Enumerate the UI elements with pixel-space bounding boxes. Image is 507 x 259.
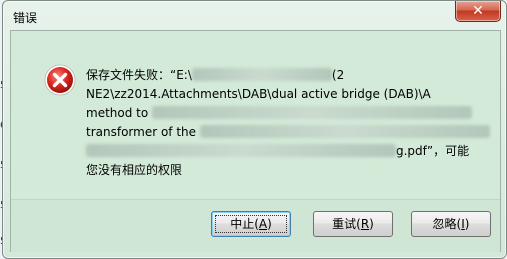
button-label: )	[369, 217, 374, 231]
dialog-client-area: 保存文件失败：“E:\ (2 NE2\zz2014.Attachments\DAB…	[10, 30, 501, 252]
message-text: (2	[331, 68, 345, 82]
button-label: 重试(	[332, 217, 361, 231]
redacted-text	[199, 125, 490, 138]
access-key: A	[258, 217, 268, 231]
redacted-text	[152, 106, 473, 119]
button-label: )	[464, 217, 470, 231]
redacted-text	[86, 144, 396, 157]
dialog-title: 错误	[13, 11, 38, 25]
button-label: 忽略(	[432, 217, 462, 231]
ignore-button[interactable]: 忽略(I)	[411, 211, 491, 237]
message-text: g.pdf”，可能	[396, 144, 470, 158]
redacted-text	[191, 68, 332, 81]
message-line: NE2\zz2014.Attachments\DAB\dual active b…	[86, 87, 431, 101]
message-line: g.pdf”，可能	[86, 142, 491, 161]
button-label: 中止(	[230, 217, 259, 231]
close-icon: ✕	[472, 3, 484, 19]
message-text: method to	[86, 106, 149, 120]
error-message: 保存文件失败：“E:\ (2 NE2\zz2014.Attachments\DAB…	[86, 66, 491, 180]
message-line: 保存文件失败：“E:\ (2	[86, 66, 491, 85]
title-bar[interactable]: 错误 ✕	[3, 1, 506, 31]
message-line: method to	[86, 104, 491, 123]
abort-button[interactable]: 中止(A)	[211, 211, 291, 237]
retry-button[interactable]: 重试(R)	[313, 211, 393, 237]
close-button[interactable]: ✕	[455, 1, 501, 22]
error-icon	[44, 64, 76, 96]
error-dialog: 错误 ✕ 保存文件失败：“E:\ (2 NE2\zz2014.Attachmen…	[2, 0, 507, 259]
button-bar: 中止(A) 重试(R) 忽略(I)	[11, 199, 500, 252]
message-text: transformer of the	[86, 125, 197, 139]
button-label: )	[267, 217, 272, 231]
message-line: 您没有相应的权限	[86, 163, 183, 177]
message-text: 保存文件失败：“E:\	[86, 68, 192, 82]
message-line: transformer of the	[86, 123, 491, 142]
message-area: 保存文件失败：“E:\ (2 NE2\zz2014.Attachments\DAB…	[11, 31, 500, 199]
access-key: R	[360, 217, 370, 231]
